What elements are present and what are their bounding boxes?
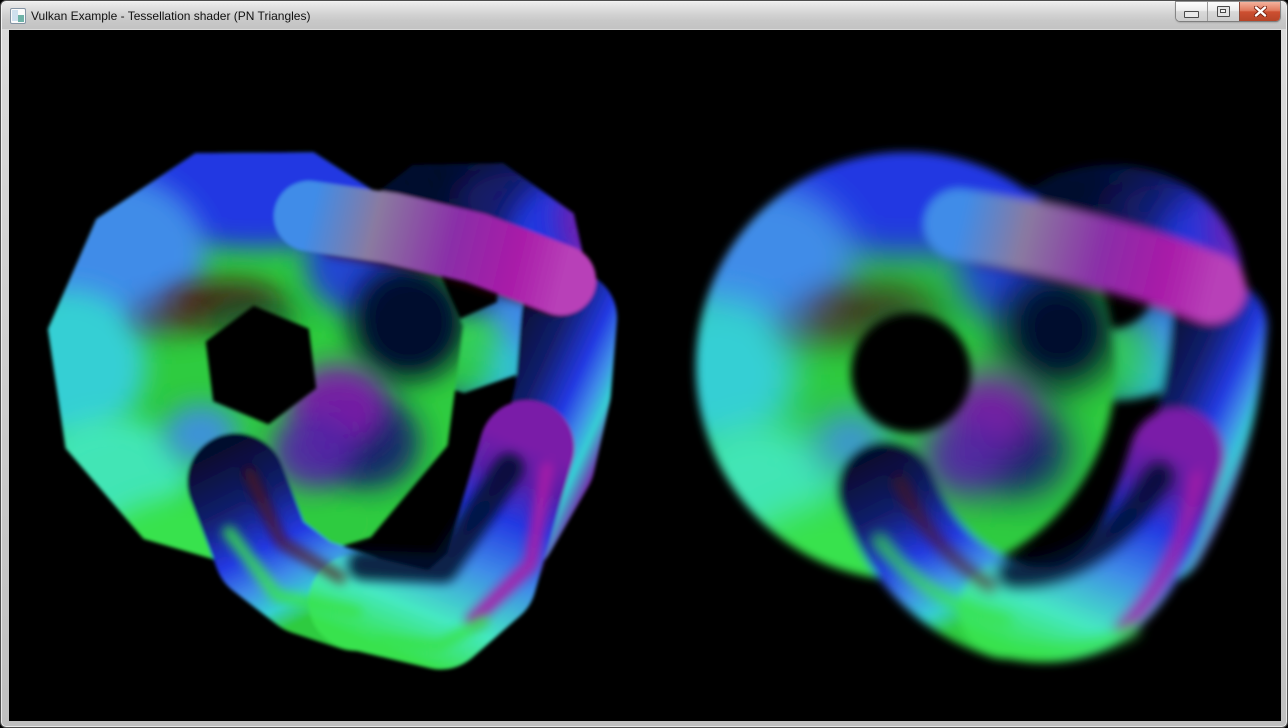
render-viewport[interactable] [9,30,1281,721]
torus-knot-flat [9,92,617,646]
app-window: Vulkan Example - Tessellation shader (PN… [0,0,1288,728]
minimize-icon [1184,11,1199,18]
app-icon [10,8,26,24]
vulkan-scene [9,30,1281,721]
minimize-button[interactable] [1176,2,1207,21]
close-button[interactable] [1239,2,1280,21]
restore-icon [1217,6,1230,17]
title-bar[interactable]: Vulkan Example - Tessellation shader (PN… [2,2,1286,29]
window-title: Vulkan Example - Tessellation shader (PN… [31,9,310,23]
caption-button-group [1176,2,1280,21]
torus-knot-tessellated [646,100,1267,651]
close-icon [1254,6,1267,17]
restore-button[interactable] [1207,2,1239,21]
